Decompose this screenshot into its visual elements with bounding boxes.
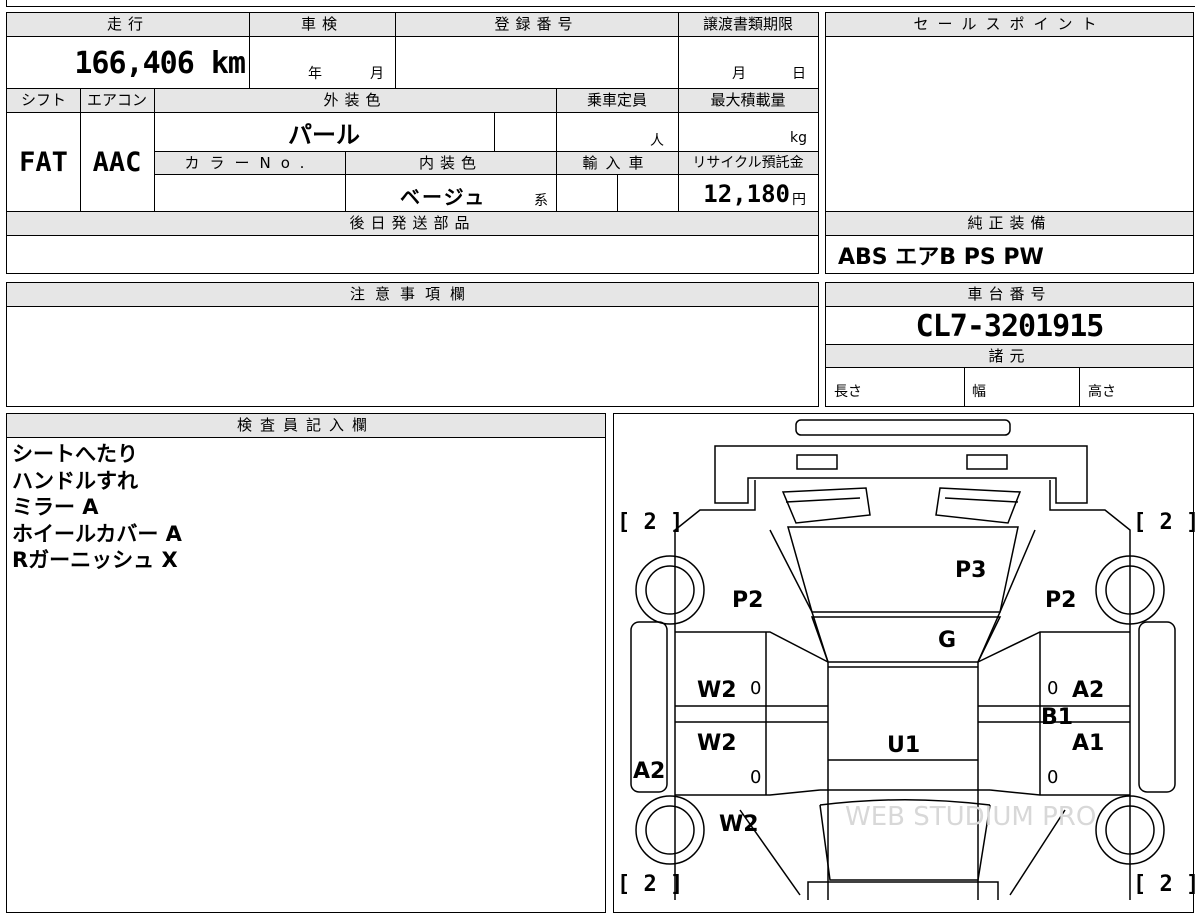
recycle-value: 12,180 <box>703 180 790 208</box>
spec-header: 諸元 <box>826 345 1193 367</box>
interior-damage-label: U1 <box>887 733 921 758</box>
capacity-unit: 人 <box>650 133 664 149</box>
registration-label: 登録番号 <box>494 15 579 33</box>
zero-mark: 0 <box>1047 678 1059 699</box>
shift-header: シフト <box>7 89 80 112</box>
tire-rear-left-label: [ 2 ] <box>617 872 684 897</box>
ac-label: エアコン <box>86 91 147 109</box>
interior-color-header: 内装色 <box>345 152 556 174</box>
import-label: 輸入車 <box>582 153 652 172</box>
ac-header: エアコン <box>80 89 154 112</box>
note-item: ホイールカバー A <box>12 521 182 546</box>
chassis-label: 車台番号 <box>967 285 1052 303</box>
sales-point-label: セールスポイント <box>913 15 1106 33</box>
equipment-label: 純正装備 <box>967 214 1052 232</box>
shift-value: FAT <box>19 146 68 178</box>
roof-damage-label: P3 <box>955 558 987 583</box>
later-parts-header: 後日発送部品 <box>7 212 818 235</box>
import-header: 輸入車 <box>556 152 678 174</box>
left-rear-door-damage-label: W2 <box>697 731 737 756</box>
left-fender-damage-label: P2 <box>732 588 764 613</box>
chassis-header: 車台番号 <box>826 283 1193 306</box>
right-rear-door-damage-label: A1 <box>1072 731 1105 756</box>
transfer-deadline-header: 譲渡書類期限 <box>678 13 818 36</box>
right-front-door-damage-label: A2 <box>1072 678 1105 703</box>
capacity-label: 乗車定員 <box>586 91 647 109</box>
zero-mark: 0 <box>1047 767 1059 788</box>
remarks-label: 注意事項欄 <box>349 285 475 303</box>
later-parts-label: 後日発送部品 <box>349 214 476 232</box>
interior-color-value: ベージュ <box>400 184 487 209</box>
sales-point-header: セールスポイント <box>826 13 1193 36</box>
interior-color-suffix: 系 <box>534 193 548 209</box>
max-load-label: 最大積載量 <box>710 91 786 109</box>
max-load-unit: kg <box>790 130 807 146</box>
interior-color-label: 内装色 <box>418 153 482 172</box>
recycle-unit: 円 <box>792 192 806 208</box>
inspection-header: 車検 <box>249 13 395 36</box>
transfer-deadline-label: 譲渡書類期限 <box>702 15 793 33</box>
inspection-month-unit: 月 <box>370 66 384 82</box>
exterior-color-label: 外装色 <box>323 91 387 109</box>
inspection-label: 車検 <box>300 15 343 33</box>
zero-mark: 0 <box>750 678 762 699</box>
capacity-header: 乗車定員 <box>556 89 678 112</box>
width-label: 幅 <box>972 384 986 400</box>
right-pillar-damage-label: B1 <box>1041 705 1074 730</box>
zero-mark: 0 <box>750 767 762 788</box>
watermark: WEB STUDIUM PRO <box>845 802 1096 832</box>
car-diagram: WEB STUDIUM PRO <box>630 419 1176 900</box>
inspector-header: 検査員記入欄 <box>7 414 605 437</box>
left-rear-fender-damage-label: W2 <box>719 812 759 837</box>
transfer-month-unit: 月 <box>732 66 746 82</box>
inspector-label: 検査員記入欄 <box>236 416 375 434</box>
exterior-color-header: 外装色 <box>154 89 556 112</box>
glass-damage-label: G <box>938 628 957 653</box>
height-label: 高さ <box>1088 384 1116 400</box>
color-no-header: カラーNo. <box>154 152 345 174</box>
left-front-door-damage-label: W2 <box>697 678 737 703</box>
recycle-header: リサイクル預託金 <box>678 152 818 174</box>
tire-front-left-label: [ 2 ] <box>617 510 684 535</box>
ac-value: AAC <box>92 146 142 178</box>
equipment-value: ABS エアB PS PW <box>838 245 1044 270</box>
transfer-day-unit: 日 <box>792 66 806 82</box>
inspection-year-unit: 年 <box>308 66 322 82</box>
recycle-label: リサイクル預託金 <box>692 155 804 171</box>
note-item: Rガーニッシュ X <box>12 548 178 572</box>
max-load-header: 最大積載量 <box>678 89 818 112</box>
equipment-header: 純正装備 <box>826 212 1193 235</box>
spec-label: 諸元 <box>988 346 1031 365</box>
note-item: ハンドルすれ <box>12 468 138 493</box>
length-label: 長さ <box>834 384 862 400</box>
shift-label: シフト <box>20 91 66 109</box>
tire-front-right-label: [ 2 ] <box>1133 510 1200 535</box>
mileage-value: 166,406 km <box>74 45 246 81</box>
inspector-notes: シートへたり ハンドルすれ ミラー A ホイールカバー A Rガーニッシュ X <box>12 441 592 574</box>
tire-rear-right-label: [ 2 ] <box>1133 872 1200 897</box>
remarks-header: 注意事項欄 <box>7 283 818 306</box>
left-side-damage-label: A2 <box>633 759 666 784</box>
mileage-header: 走行 <box>7 13 249 36</box>
note-item: ミラー A <box>12 495 99 519</box>
registration-header: 登録番号 <box>395 13 678 36</box>
mileage-label: 走行 <box>106 15 149 33</box>
chassis-number: CL7-3201915 <box>915 308 1105 344</box>
color-no-label: カラーNo. <box>184 153 315 172</box>
exterior-color-value: パール <box>288 120 360 149</box>
note-item: シートへたり <box>12 442 138 466</box>
right-fender-damage-label: P2 <box>1045 588 1077 613</box>
